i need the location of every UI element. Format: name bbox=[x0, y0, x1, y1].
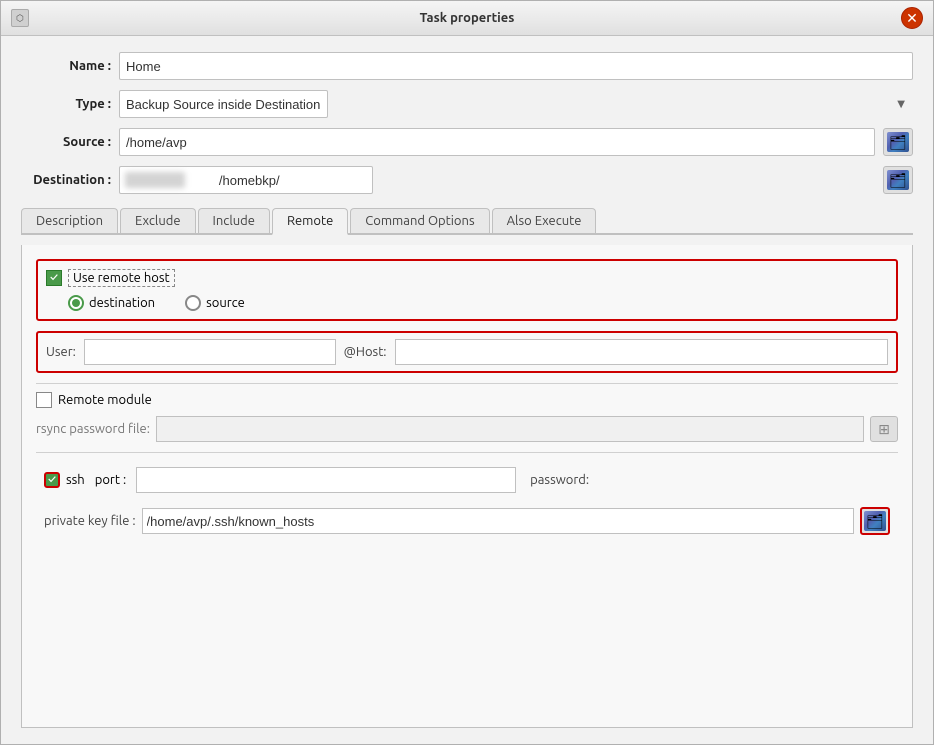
restore-button[interactable]: ⬡ bbox=[11, 9, 29, 27]
use-remote-host-section: Use remote host destination source bbox=[36, 259, 898, 321]
host-input[interactable] bbox=[395, 339, 888, 365]
ssh-checkbox[interactable] bbox=[44, 472, 60, 488]
task-properties-window: ⬡ Task properties ✕ Name : Type : Backup… bbox=[0, 0, 934, 745]
destination-radio-label: destination bbox=[89, 296, 155, 310]
close-button[interactable]: ✕ bbox=[901, 7, 923, 29]
private-key-browse-button[interactable] bbox=[860, 507, 890, 535]
remote-module-row: Remote module bbox=[36, 392, 898, 408]
rsync-password-label: rsync password file: bbox=[36, 422, 150, 436]
destination-blur-overlay bbox=[125, 172, 185, 188]
tab-exclude[interactable]: Exclude bbox=[120, 208, 196, 233]
private-key-browse-icon bbox=[864, 511, 886, 531]
tab-description[interactable]: Description bbox=[21, 208, 118, 233]
destination-radio[interactable] bbox=[68, 295, 84, 311]
tab-include[interactable]: Include bbox=[198, 208, 270, 233]
destination-input-wrapper bbox=[119, 166, 875, 194]
destination-source-radio-row: destination source bbox=[68, 295, 888, 311]
titlebar: ⬡ Task properties ✕ bbox=[1, 1, 933, 36]
type-row: Type : Backup Source inside Destination bbox=[21, 90, 913, 118]
name-label: Name : bbox=[21, 59, 111, 73]
type-select[interactable]: Backup Source inside Destination bbox=[119, 90, 328, 118]
port-label: port : bbox=[95, 473, 126, 487]
ssh-port-input[interactable] bbox=[136, 467, 516, 493]
destination-radio-item: destination bbox=[68, 295, 155, 311]
password-label: password: bbox=[530, 473, 589, 487]
tab-remote[interactable]: Remote bbox=[272, 208, 348, 235]
type-select-wrapper: Backup Source inside Destination bbox=[119, 90, 913, 118]
rsync-password-row: rsync password file: ⊞ bbox=[36, 416, 898, 442]
private-key-label: private key file : bbox=[44, 514, 136, 528]
use-remote-host-checkbox[interactable] bbox=[46, 270, 62, 286]
titlebar-left: ⬡ bbox=[11, 9, 29, 27]
tab-also-execute[interactable]: Also Execute bbox=[492, 208, 597, 233]
type-label: Type : bbox=[21, 97, 111, 111]
divider-2 bbox=[36, 452, 898, 453]
user-input[interactable] bbox=[84, 339, 336, 365]
private-key-row: private key file : bbox=[36, 507, 898, 535]
ssh-label: ssh bbox=[66, 473, 85, 487]
rsync-password-input[interactable] bbox=[156, 416, 864, 442]
use-remote-host-label: Use remote host bbox=[68, 269, 175, 287]
private-key-input[interactable] bbox=[142, 508, 854, 534]
remote-module-label: Remote module bbox=[58, 393, 152, 407]
destination-row: Destination : bbox=[21, 166, 913, 194]
destination-browse-icon bbox=[887, 170, 909, 190]
user-host-section: User: @Host: bbox=[36, 331, 898, 373]
rsync-browse-button[interactable]: ⊞ bbox=[870, 416, 898, 442]
source-input[interactable] bbox=[119, 128, 875, 156]
remote-tab-content: Use remote host destination source User: bbox=[21, 245, 913, 728]
host-label: @Host: bbox=[344, 345, 387, 359]
source-browse-button[interactable] bbox=[883, 128, 913, 156]
source-radio-item: source bbox=[185, 295, 245, 311]
user-label: User: bbox=[46, 345, 76, 359]
source-browse-icon bbox=[887, 132, 909, 152]
window-title: Task properties bbox=[420, 11, 515, 25]
source-label: Source : bbox=[21, 135, 111, 149]
tab-command-options[interactable]: Command Options bbox=[350, 208, 489, 233]
source-radio-label: source bbox=[206, 296, 245, 310]
source-row: Source : bbox=[21, 128, 913, 156]
destination-browse-button[interactable] bbox=[883, 166, 913, 194]
form-content: Name : Type : Backup Source inside Desti… bbox=[1, 36, 933, 744]
name-row: Name : bbox=[21, 52, 913, 80]
divider-1 bbox=[36, 383, 898, 384]
use-remote-host-row: Use remote host bbox=[46, 269, 888, 287]
rsync-browse-icon: ⊞ bbox=[878, 421, 890, 438]
ssh-row: ssh port : password: bbox=[36, 461, 898, 499]
destination-label: Destination : bbox=[21, 173, 111, 187]
remote-module-checkbox[interactable] bbox=[36, 392, 52, 408]
tabs-bar: Description Exclude Include Remote Comma… bbox=[21, 208, 913, 235]
name-input[interactable] bbox=[119, 52, 913, 80]
source-radio[interactable] bbox=[185, 295, 201, 311]
